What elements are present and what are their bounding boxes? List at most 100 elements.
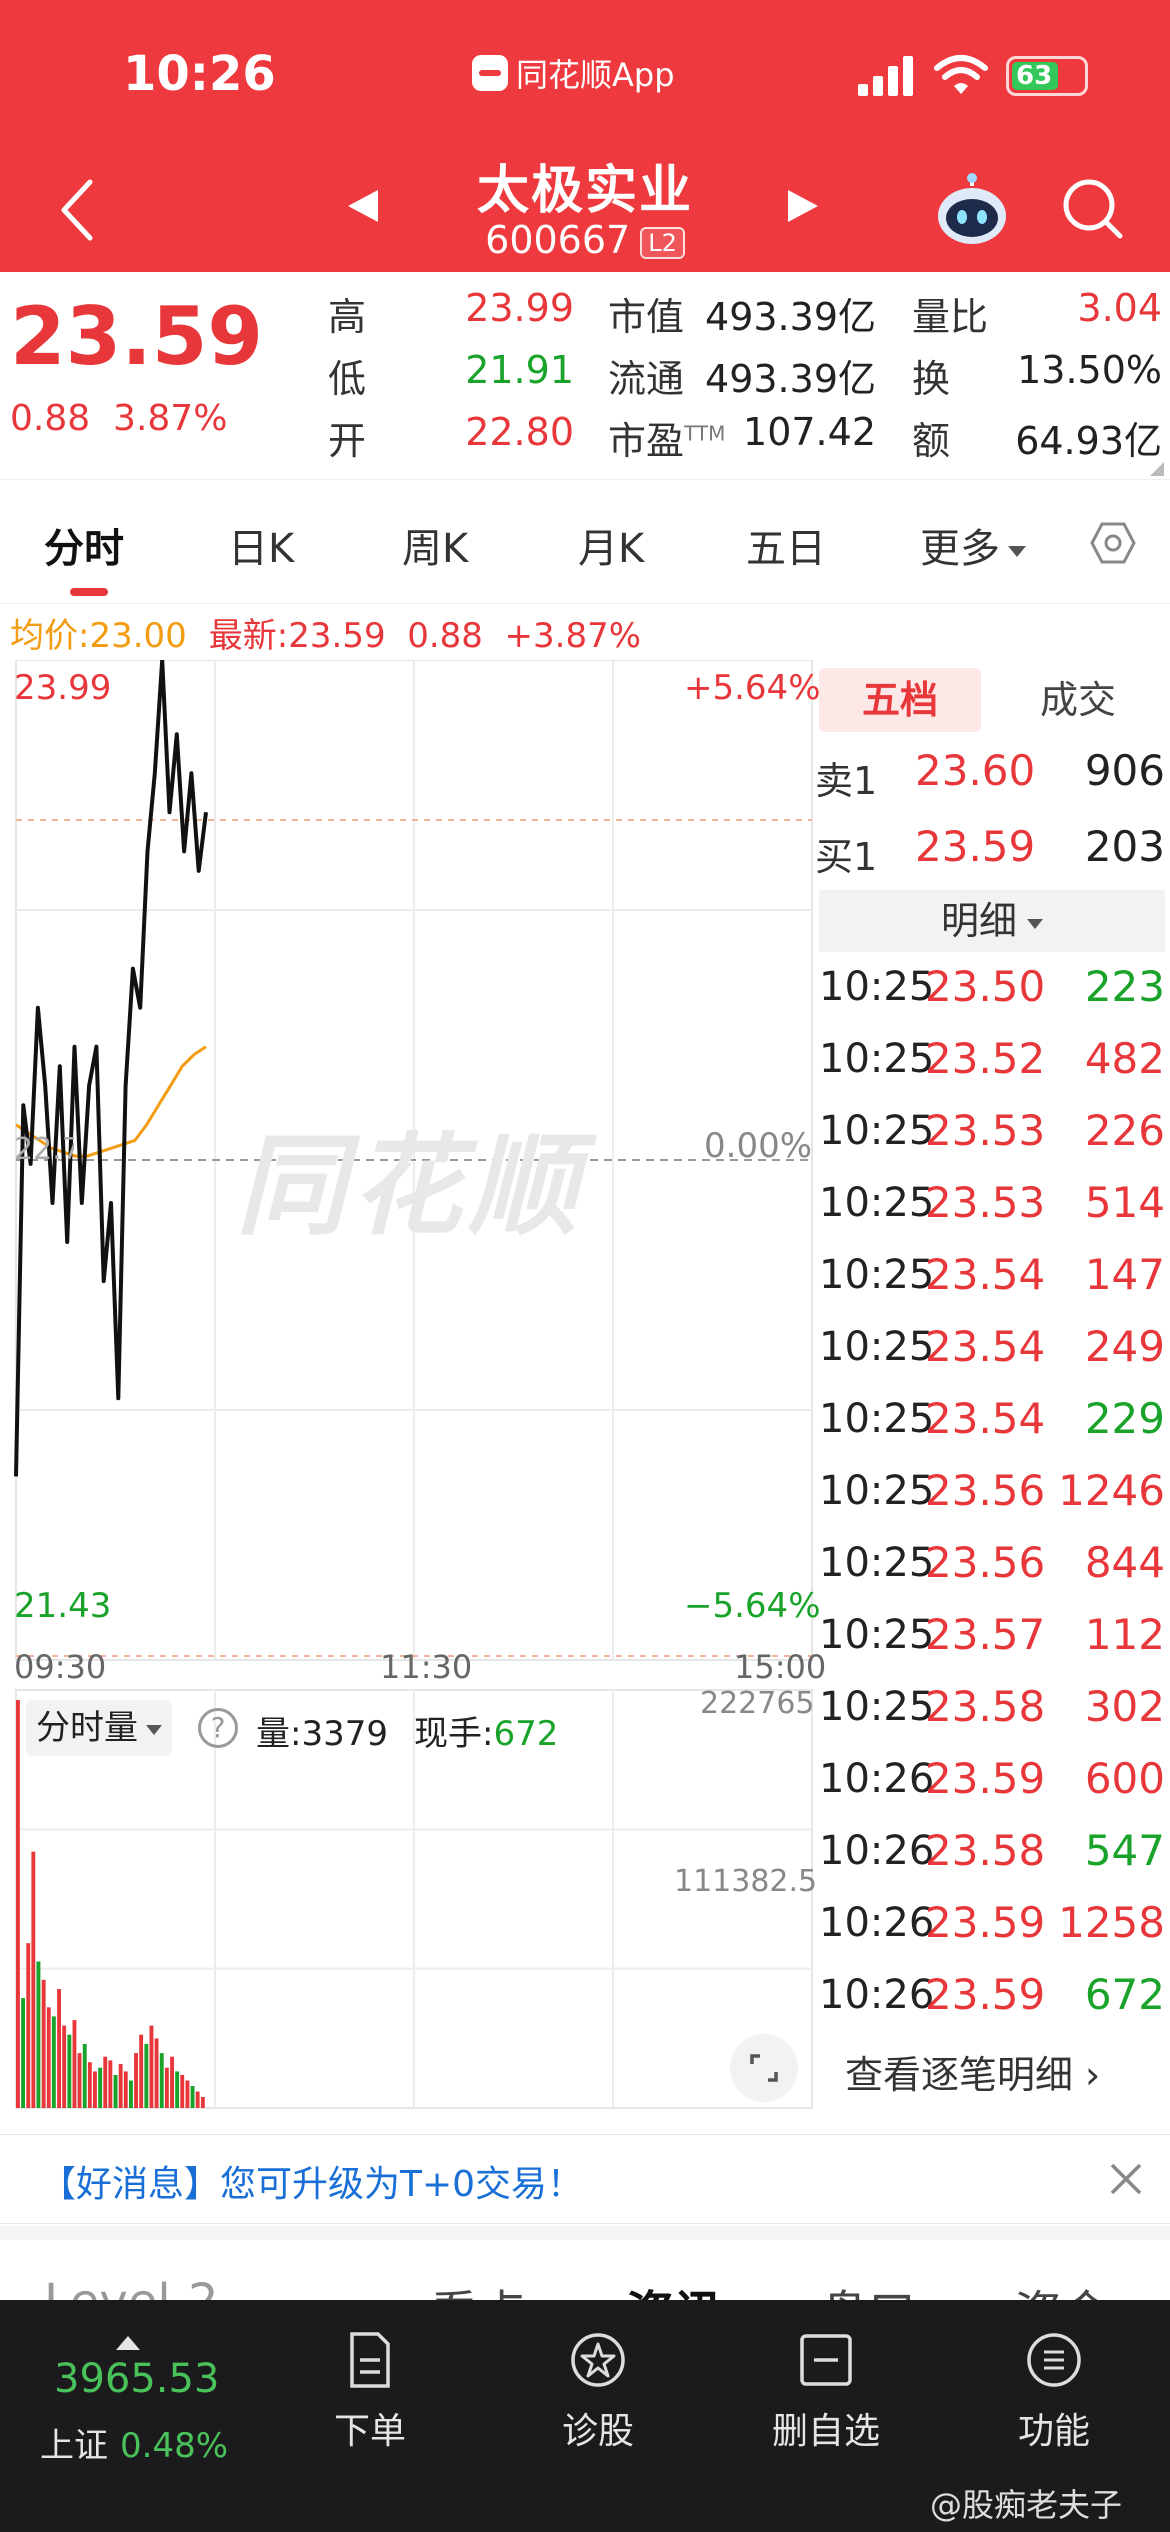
- view-tick-detail-label: 查看逐笔明细: [845, 2053, 1074, 2097]
- tab-daily-k[interactable]: 日K: [228, 516, 294, 574]
- trade-time: 10:25: [819, 1036, 935, 1082]
- volume-bar: [159, 2053, 164, 2108]
- trade-volume: 302: [1084, 1682, 1165, 1731]
- volume-bar: [72, 2020, 77, 2108]
- volume-bar: [57, 1989, 61, 2108]
- ai-assistant-robot-icon[interactable]: [934, 172, 1010, 248]
- volume-info: 量:3379 现手:672: [256, 1706, 558, 1755]
- battery-icon: 63: [1006, 56, 1088, 96]
- trade-time: 10:25: [819, 1324, 935, 1370]
- prev-close-label: 22.71: [14, 1132, 74, 1167]
- nav-order[interactable]: 下单: [300, 2330, 440, 2454]
- help-icon[interactable]: ?: [198, 1708, 238, 1748]
- trade-volume: 844: [1084, 1538, 1165, 1587]
- volume-bar: [123, 2071, 128, 2108]
- search-icon[interactable]: [1060, 176, 1124, 240]
- detail-toggle[interactable]: 明细: [819, 890, 1165, 952]
- fullscreen-expand-icon[interactable]: [730, 2034, 798, 2102]
- trade-row: 10:25 23.53 226: [819, 1098, 1165, 1168]
- tab-more-label: 更多: [920, 526, 1000, 572]
- nav-diagnose[interactable]: 诊股: [528, 2330, 668, 2454]
- close-icon[interactable]: [1106, 2159, 1146, 2199]
- trade-time: 10:25: [819, 1612, 935, 1658]
- ask1-price: 23.60: [915, 746, 1036, 795]
- volume-indicator-dropdown[interactable]: 分时量: [26, 1700, 172, 1756]
- change-amount: 0.88: [10, 398, 91, 439]
- bid1-row[interactable]: 买1 23.59 203: [815, 820, 1165, 880]
- trade-price: 23.58: [925, 1682, 1046, 1731]
- quote-expand-corner-icon[interactable]: [1150, 462, 1164, 476]
- pe-value: 107.42: [743, 410, 876, 454]
- chart-settings-icon[interactable]: [1090, 520, 1136, 566]
- trade-price: 23.52: [925, 1034, 1046, 1083]
- trade-price: 23.50: [925, 962, 1046, 1011]
- volume-bar: [175, 2071, 180, 2108]
- volume-bar: [113, 2075, 118, 2108]
- nav-functions-label: 功能: [1017, 2411, 1090, 2452]
- volume-bar: [180, 2075, 185, 2108]
- current-hand-label: 现手:: [413, 1714, 494, 1754]
- remove-watchlist-icon: [800, 2334, 852, 2386]
- view-tick-detail-link[interactable]: 查看逐笔明细 ›: [845, 2044, 1100, 2099]
- app-return-badge[interactable]: 同花顺App: [472, 50, 675, 96]
- trade-row: 10:25 23.53 514: [819, 1170, 1165, 1240]
- volume-bar: [46, 2007, 51, 2108]
- y-low-label: 21.43: [14, 1586, 112, 1626]
- peek-tab-news[interactable]: 资讯: [626, 2274, 722, 2300]
- cellular-signal-icon: [858, 56, 913, 96]
- market-cap-value: 493.39亿: [705, 295, 876, 339]
- trade-volume: 223: [1084, 962, 1165, 1011]
- tab-five-levels[interactable]: 五档: [819, 668, 981, 732]
- trade-time: 10:26: [819, 1900, 935, 1946]
- change-percent: 3.87%: [113, 398, 228, 439]
- x-label-open: 09:30: [14, 1648, 107, 1686]
- trade-volume: 112: [1084, 1610, 1165, 1659]
- tab-trades[interactable]: 成交: [997, 668, 1159, 732]
- tab-five-day[interactable]: 五日: [746, 516, 826, 574]
- trade-time: 10:25: [819, 1252, 935, 1298]
- trade-price: 23.54: [925, 1322, 1046, 1371]
- index-name: 上证: [40, 2426, 108, 2466]
- peek-tab-highlights[interactable]: 看点: [430, 2274, 526, 2300]
- active-tab-indicator: [70, 588, 108, 596]
- open-value: 22.80: [465, 410, 574, 454]
- peek-tab-book[interactable]: 盘口: [820, 2274, 916, 2300]
- nav-remove-watchlist[interactable]: 删自选: [756, 2330, 896, 2454]
- y-high-label: 23.99: [14, 668, 112, 708]
- amount-value: 64.93亿: [1015, 419, 1162, 463]
- volume-bar: [144, 2043, 149, 2108]
- weibo-credit: @股痴老夫子: [930, 2486, 1123, 2524]
- nav-functions[interactable]: 功能: [984, 2330, 1124, 2454]
- pct-zero-label: 0.00%: [704, 1126, 813, 1166]
- trade-time: 10:26: [819, 1756, 935, 1802]
- trade-price: 23.54: [925, 1394, 1046, 1443]
- tab-monthly-k[interactable]: 月K: [578, 516, 644, 574]
- tab-weekly-k[interactable]: 周K: [402, 516, 468, 574]
- trade-price: 23.58: [925, 1826, 1046, 1875]
- volume-bar: [67, 2034, 72, 2108]
- volume-bar: [134, 2053, 138, 2108]
- high-label: 高: [328, 295, 367, 339]
- bid1-volume: 203: [1084, 822, 1165, 871]
- volume-bar: [87, 2062, 92, 2108]
- ask1-label: 卖1: [815, 759, 878, 803]
- promo-text[interactable]: 【好消息】您可升级为T+0交易！: [40, 2155, 583, 2207]
- peek-tab-level2[interactable]: Level-2: [44, 2274, 219, 2300]
- trade-time: 10:25: [819, 1108, 935, 1154]
- volume-bar: [129, 2080, 133, 2108]
- trade-row: 10:25 23.54 249: [819, 1314, 1165, 1384]
- bid1-price: 23.59: [915, 822, 1036, 871]
- order-book-tabs: 五档 成交: [819, 668, 1164, 732]
- peek-tab-funds[interactable]: 资金: [1014, 2274, 1110, 2300]
- trade-volume: 482: [1084, 1034, 1165, 1083]
- tab-intraday[interactable]: 分时: [44, 516, 124, 574]
- trade-time: 10:25: [819, 1540, 935, 1586]
- pe-ttm-sup: TTM: [684, 421, 726, 446]
- trade-volume: 514: [1084, 1178, 1165, 1227]
- ask1-row[interactable]: 卖1 23.60 906: [815, 744, 1165, 804]
- x-label-close: 15:00: [734, 1648, 827, 1686]
- wifi-icon: [934, 55, 988, 94]
- volume-bar: [98, 2067, 103, 2108]
- tab-more[interactable]: 更多: [920, 516, 1026, 574]
- next-stock-icon[interactable]: [786, 188, 820, 224]
